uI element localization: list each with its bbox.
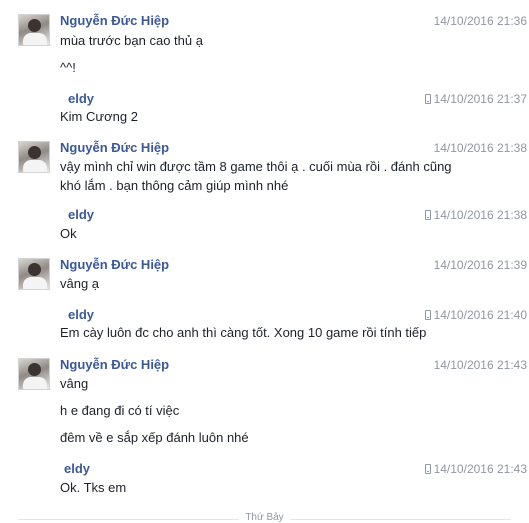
message-text: Kim Cương 2 xyxy=(60,109,138,124)
avatar[interactable] xyxy=(18,258,50,290)
sender-name[interactable]: Nguyễn Đức Hiệp xyxy=(60,13,169,28)
message-text: vâng xyxy=(60,376,89,391)
timestamp: 14/10/2016 21:37 xyxy=(424,92,527,106)
message-text: vâng ạ xyxy=(60,276,100,291)
timestamp: 14/10/2016 21:38 xyxy=(424,208,527,222)
message-text: vậy mình chỉ win được tầm 8 game thôi ạ … xyxy=(60,159,452,193)
sender-name[interactable]: Nguyễn Đức Hiệp xyxy=(60,257,169,272)
sender-name[interactable]: eldy xyxy=(68,307,94,322)
avatar[interactable] xyxy=(18,141,50,173)
timestamp: 14/10/2016 21:43 xyxy=(424,462,527,476)
timestamp: 14/10/2016 21:38 xyxy=(433,141,527,155)
mobile-phone-icon xyxy=(424,310,431,320)
day-divider: Thứ Bảy xyxy=(0,512,529,523)
day-divider-label: Thứ Bảy xyxy=(239,512,290,523)
sender-name[interactable]: eldy xyxy=(64,461,90,476)
message-text: Ok xyxy=(60,226,77,241)
message-text: Em cày luôn đc cho anh thì càng tốt. Xon… xyxy=(60,325,427,340)
mobile-phone-icon xyxy=(424,464,431,474)
sender-name[interactable]: eldy xyxy=(68,91,94,106)
sender-name[interactable]: Nguyễn Đức Hiệp xyxy=(60,357,169,372)
timestamp: 14/10/2016 21:40 xyxy=(424,308,527,322)
sender-name[interactable]: Nguyễn Đức Hiệp xyxy=(60,140,169,155)
timestamp: 14/10/2016 21:43 xyxy=(433,358,527,372)
message-text: đêm về e sắp xếp đánh luôn nhé xyxy=(60,430,249,445)
sender-name[interactable]: eldy xyxy=(68,207,94,222)
message-text: h e đang đi có tí việc xyxy=(60,403,180,418)
timestamp: 14/10/2016 21:39 xyxy=(433,258,527,272)
timestamp: 14/10/2016 21:36 xyxy=(433,14,527,28)
message-text: Ok. Tks em xyxy=(60,480,127,495)
mobile-phone-icon xyxy=(424,94,431,104)
avatar[interactable] xyxy=(18,14,50,46)
mobile-phone-icon xyxy=(424,210,431,220)
message-text: mùa trước bạn cao thủ ạ xyxy=(60,33,203,48)
message-text: ^^! xyxy=(60,60,76,75)
avatar[interactable] xyxy=(18,358,50,390)
